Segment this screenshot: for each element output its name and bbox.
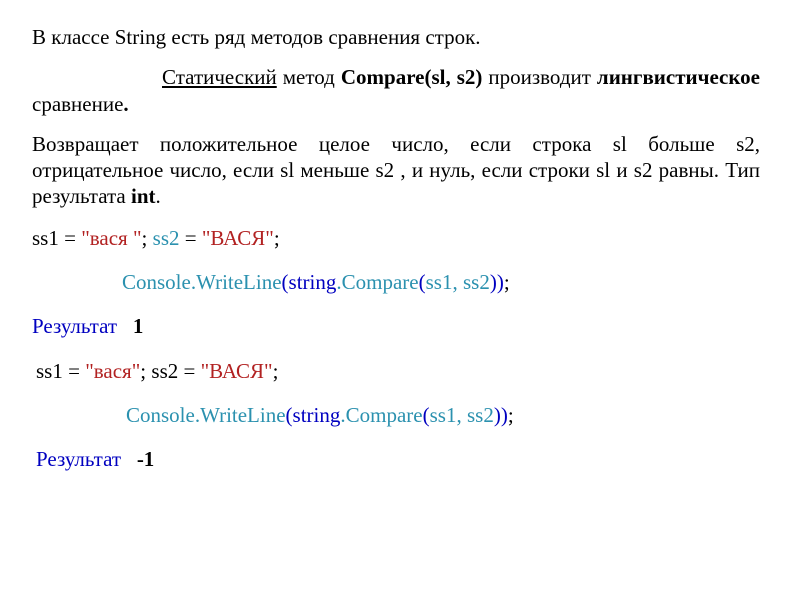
text: сравнение bbox=[32, 92, 123, 116]
var-ss2: ss2 bbox=[151, 359, 178, 383]
comma: , bbox=[452, 270, 463, 294]
static-method-paragraph: Статический метод Compare(sl, s2) произв… bbox=[32, 64, 760, 117]
var-ss1: ss1 bbox=[32, 226, 59, 250]
paren: ( bbox=[419, 270, 426, 294]
text: . bbox=[156, 184, 161, 208]
method-compare: Compare bbox=[342, 270, 419, 294]
string-literal: "вася " bbox=[81, 226, 141, 250]
op-eq: = bbox=[180, 226, 202, 250]
result-label: Результат bbox=[32, 314, 117, 338]
method-compare: Compare bbox=[346, 403, 423, 427]
paren: ( bbox=[282, 270, 289, 294]
text-underline: Статический bbox=[162, 65, 277, 89]
keyword-string: string bbox=[293, 403, 341, 427]
class-console: Console bbox=[126, 403, 195, 427]
text-bold: лингвистическое bbox=[597, 65, 760, 89]
string-literal: "ВАСЯ" bbox=[201, 359, 273, 383]
arg-ss2: ss2 bbox=[467, 403, 494, 427]
arg-ss2: ss2 bbox=[463, 270, 490, 294]
op-eq: = bbox=[59, 226, 81, 250]
var-ss1: ss1 bbox=[36, 359, 63, 383]
code-assignment-1: ss1 = "вася "; ss2 = "ВАСЯ"; bbox=[32, 224, 760, 252]
type-int: int bbox=[131, 184, 156, 208]
text: производит bbox=[482, 65, 597, 89]
semicolon: ; bbox=[508, 403, 514, 427]
text: В классе String есть ряд методов сравнен… bbox=[32, 25, 481, 49]
method-name: Compare(sl, s2) bbox=[341, 65, 483, 89]
description-paragraph: Возвращает положительное целое число, ес… bbox=[32, 131, 760, 210]
class-console: Console bbox=[122, 270, 191, 294]
example-2-block: ss1 = "вася"; ss2 = "ВАСЯ"; Console.Writ… bbox=[32, 357, 760, 474]
result-value: -1 bbox=[137, 447, 155, 471]
semicolon: ; bbox=[274, 226, 280, 250]
code-assignment-2: ss1 = "вася"; ss2 = "ВАСЯ"; bbox=[36, 357, 760, 385]
semicolon: ; bbox=[273, 359, 279, 383]
result-label: Результат bbox=[36, 447, 121, 471]
sep: ; bbox=[140, 359, 151, 383]
string-literal: "вася" bbox=[85, 359, 140, 383]
method-writeline: WriteLine bbox=[196, 270, 281, 294]
paren: )) bbox=[494, 403, 508, 427]
intro-paragraph: В классе String есть ряд методов сравнен… bbox=[32, 24, 760, 50]
comma: , bbox=[456, 403, 467, 427]
paren: )) bbox=[490, 270, 504, 294]
arg-ss1: ss1 bbox=[430, 403, 457, 427]
paren: ( bbox=[423, 403, 430, 427]
method-writeline: WriteLine bbox=[200, 403, 285, 427]
text: метод bbox=[277, 65, 341, 89]
code-call-1: Console.WriteLine(string.Compare(ss1, ss… bbox=[32, 268, 760, 296]
result-value: 1 bbox=[133, 314, 144, 338]
code-call-2: Console.WriteLine(string.Compare(ss1, ss… bbox=[36, 401, 760, 429]
op-eq: = bbox=[63, 359, 85, 383]
arg-ss1: ss1 bbox=[426, 270, 453, 294]
semicolon: ; bbox=[504, 270, 510, 294]
string-literal: "ВАСЯ" bbox=[202, 226, 274, 250]
paren: ( bbox=[286, 403, 293, 427]
keyword-string: string bbox=[289, 270, 337, 294]
result-line-2: Результат -1 bbox=[36, 445, 760, 473]
text-bold: . bbox=[123, 92, 128, 116]
slide-content: В классе String есть ряд методов сравнен… bbox=[0, 0, 800, 514]
op-eq: = bbox=[178, 359, 200, 383]
sep: ; bbox=[142, 226, 153, 250]
var-ss2: ss2 bbox=[153, 226, 180, 250]
result-line-1: Результат 1 bbox=[32, 312, 760, 340]
